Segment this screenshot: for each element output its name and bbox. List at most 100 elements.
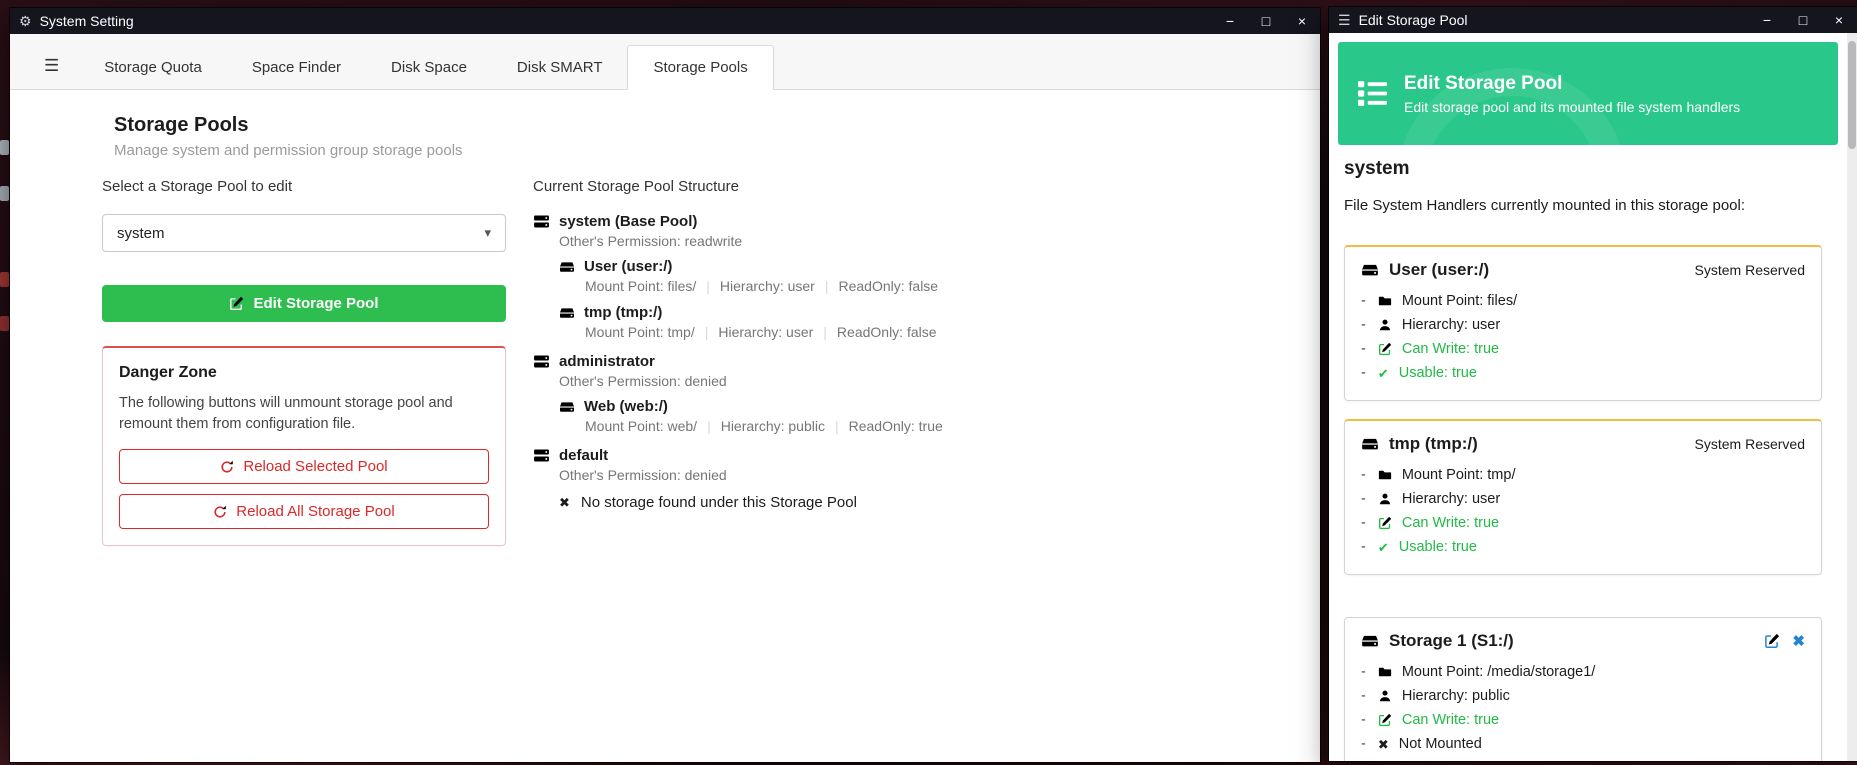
storage-details: Mount Point: files/ Hierarchy: user Read… (585, 278, 943, 294)
page-header: Storage Pools Manage system and permissi… (114, 114, 463, 159)
storage-node-tmp: tmp (tmp:/) Mount Point: tmp/ Hierarchy:… (559, 304, 943, 340)
desktop-icon[interactable] (0, 140, 9, 155)
property-text: Mount Point: /media/storage1/ (1402, 664, 1595, 680)
edit-titlebar[interactable]: ☰ Edit Storage Pool − □ × (1329, 7, 1857, 33)
storage-hierarchy: Hierarchy: public (721, 418, 825, 434)
reload-selected-pool-label: Reload Selected Pool (243, 458, 387, 475)
property-text: Usable: true (1399, 365, 1477, 381)
minimize-button[interactable]: − (1749, 7, 1785, 33)
handler-name: Storage 1 (S1:/) (1389, 631, 1514, 651)
desktop-icon[interactable] (0, 186, 9, 201)
maximize-button[interactable]: □ (1785, 7, 1821, 33)
edit-pool-banner: Edit Storage Pool Edit storage pool and … (1338, 42, 1838, 145)
desktop-icon[interactable] (0, 316, 9, 331)
handler-card-header: Storage 1 (S1:/) ✖ (1361, 631, 1805, 651)
system-reserved-badge: System Reserved (1695, 436, 1805, 452)
pool-node-administrator: administrator Other's Permission: denied… (533, 353, 943, 434)
storage-node-user: User (user:/) Mount Point: files/ Hierar… (559, 258, 943, 294)
storage-name: tmp (tmp:/) (584, 304, 662, 321)
empty-message-text: No storage found under this Storage Pool (581, 494, 857, 511)
storage-pools-page: Storage Pools Manage system and permissi… (10, 90, 1320, 762)
scrollbar-thumb[interactable] (1848, 41, 1856, 149)
folder-icon (1378, 468, 1392, 482)
close-button[interactable]: × (1821, 7, 1857, 33)
property-text: Mount Point: tmp/ (1402, 467, 1516, 483)
hdd-icon (559, 305, 575, 321)
danger-zone-title: Danger Zone (119, 364, 489, 382)
property-text: Hierarchy: user (1402, 317, 1500, 333)
handler-mount-point: Mount Point: tmp/ (1361, 463, 1805, 487)
user-icon (1378, 318, 1392, 332)
main-titlebar[interactable]: ⚙ System Setting − □ × (10, 8, 1320, 34)
handler-usable: ✔ Usable: true (1361, 361, 1805, 385)
pool-header: administrator (533, 353, 943, 370)
tab-space-finder[interactable]: Space Finder (227, 46, 366, 89)
hdd-icon (1361, 632, 1379, 650)
select-pool-label: Select a Storage Pool to edit (102, 178, 506, 195)
storage-pool-dropdown[interactable]: system ▾ (102, 214, 506, 252)
handler-not-mounted: ✖ Not Mounted (1361, 732, 1805, 756)
storage-details: Mount Point: tmp/ Hierarchy: user ReadOn… (585, 324, 943, 340)
tab-disk-space[interactable]: Disk Space (366, 46, 492, 89)
pool-structure-panel: Current Storage Pool Structure system (B… (533, 178, 943, 524)
storage-name: Web (web:/) (584, 398, 668, 415)
edit-icon (1378, 342, 1392, 356)
storage-mount-point: Mount Point: files/ (585, 278, 696, 294)
handler-hierarchy: Hierarchy: user (1361, 313, 1805, 337)
handler-mount-point: Mount Point: files/ (1361, 289, 1805, 313)
server-icon (533, 213, 550, 230)
handler-hierarchy: Hierarchy: public (1361, 684, 1805, 708)
tab-disk-smart[interactable]: Disk SMART (492, 46, 628, 89)
server-icon (533, 447, 550, 464)
edit-storage-pool-button[interactable]: Edit Storage Pool (102, 285, 506, 322)
pool-name: default (559, 447, 608, 464)
reload-all-storage-pool-button[interactable]: Reload All Storage Pool (119, 494, 489, 529)
edit-icon (1378, 516, 1392, 530)
refresh-icon (220, 460, 234, 474)
maximize-button[interactable]: □ (1248, 8, 1284, 34)
edit-window-title: Edit Storage Pool (1359, 12, 1468, 28)
list-icon (1357, 78, 1388, 109)
handler-name: User (user:/) (1389, 260, 1489, 280)
server-icon (533, 353, 550, 370)
pool-structure-tree: system (Base Pool) Other's Permission: r… (533, 213, 943, 511)
property-text: Can Write: true (1402, 712, 1499, 728)
property-text: Mount Point: files/ (1402, 293, 1517, 309)
tab-storage-pools[interactable]: Storage Pools (627, 45, 773, 90)
scrollbar[interactable] (1847, 33, 1857, 761)
check-icon: ✔ (1378, 541, 1389, 554)
storage-hierarchy: Hierarchy: user (718, 324, 813, 340)
storage-header: User (user:/) (559, 258, 943, 275)
pool-name: system (Base Pool) (559, 213, 697, 230)
remove-handler-button[interactable]: ✖ (1792, 632, 1805, 650)
system-reserved-badge: System Reserved (1695, 262, 1805, 278)
structure-title: Current Storage Pool Structure (533, 178, 943, 195)
desktop-icon[interactable] (0, 272, 9, 287)
desktop: ⚙ System Setting − □ × ☰ Storage Quota S… (0, 0, 1857, 765)
minimize-button[interactable]: − (1212, 8, 1248, 34)
hdd-icon (1361, 261, 1379, 279)
edit-handler-button[interactable] (1764, 633, 1780, 649)
gear-icon: ⚙ (19, 14, 32, 28)
window-controls: − □ × (1749, 7, 1857, 33)
tab-storage-quota[interactable]: Storage Quota (79, 46, 227, 89)
handler-hierarchy: Hierarchy: user (1361, 487, 1805, 511)
storage-mount-point: Mount Point: tmp/ (585, 324, 695, 340)
edited-pool-name: system (1344, 158, 1847, 180)
pool-empty-message: ✖ No storage found under this Storage Po… (559, 494, 943, 511)
danger-zone-card: Danger Zone The following buttons will u… (102, 346, 506, 546)
storage-details: Mount Point: web/ Hierarchy: public Read… (585, 418, 943, 434)
reload-selected-pool-button[interactable]: Reload Selected Pool (119, 449, 489, 484)
handler-actions: ✖ (1764, 632, 1805, 650)
handler-card-tmp: tmp (tmp:/) System Reserved Mount Point:… (1344, 419, 1822, 575)
menu-button[interactable]: ☰ (24, 43, 79, 89)
storage-readonly: ReadOnly: true (849, 418, 943, 434)
handler-name: tmp (tmp:/) (1389, 434, 1478, 454)
edit-icon (229, 296, 244, 311)
pool-edit-panel: Select a Storage Pool to edit system ▾ E… (102, 178, 506, 546)
storage-header: Web (web:/) (559, 398, 943, 415)
storage-readonly: ReadOnly: false (837, 324, 937, 340)
close-button[interactable]: × (1284, 8, 1320, 34)
hdd-icon (1361, 435, 1379, 453)
danger-zone-description: The following buttons will unmount stora… (119, 393, 489, 435)
